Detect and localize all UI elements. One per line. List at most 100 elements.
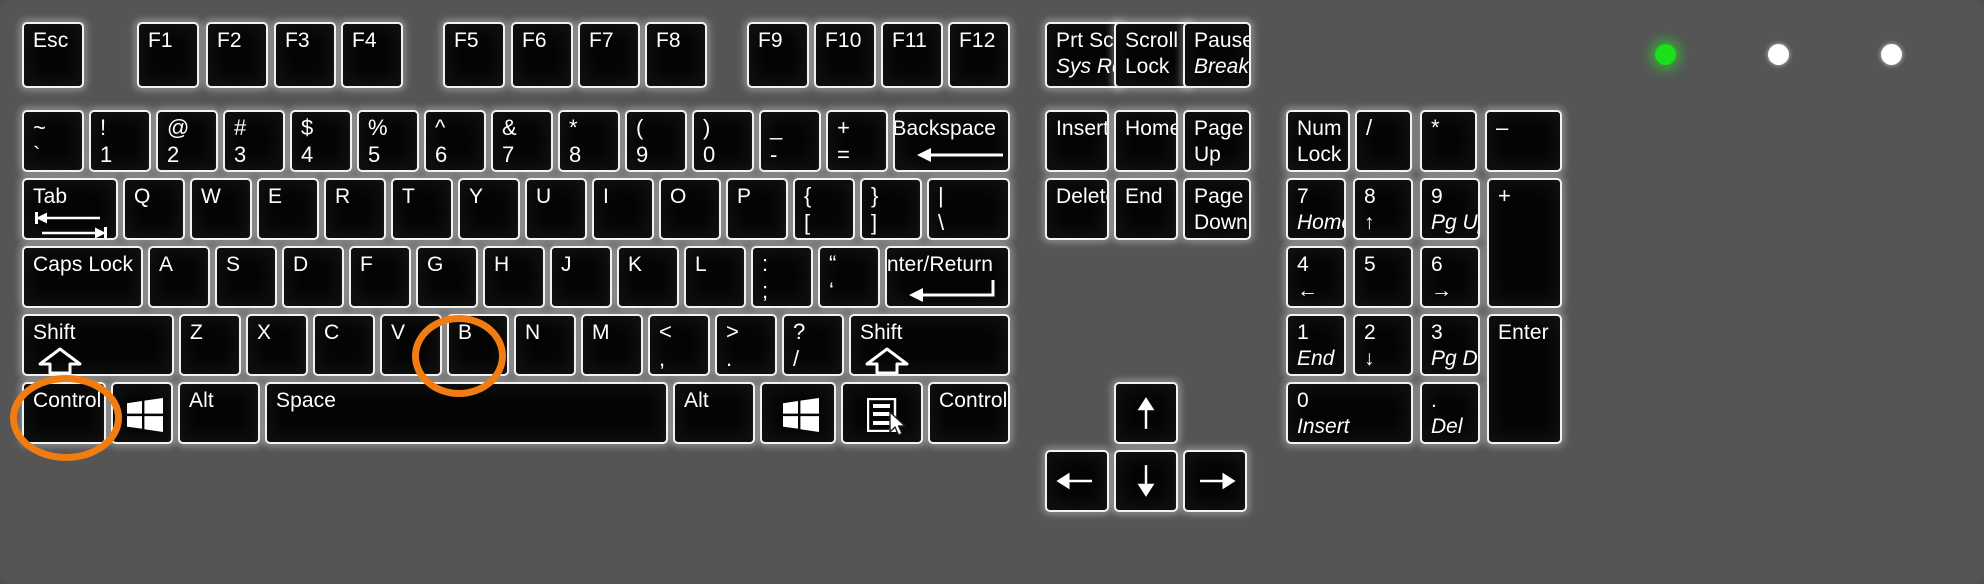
key-insert[interactable]: Insert bbox=[1045, 110, 1109, 172]
key-numpad-5[interactable]: 5 bbox=[1353, 246, 1413, 308]
key-f7[interactable]: F7 bbox=[578, 22, 640, 88]
key-b[interactable]: B bbox=[447, 314, 509, 376]
key-m[interactable]: M bbox=[581, 314, 643, 376]
key-k[interactable]: K bbox=[617, 246, 679, 308]
key-print-screen[interactable]: Prt Scrn Sys Rq bbox=[1045, 22, 1123, 88]
key-shift-right[interactable]: Shift bbox=[849, 314, 1010, 376]
key-numpad-7[interactable]: 7 Home bbox=[1286, 178, 1346, 240]
key-5[interactable]: % 5 bbox=[357, 110, 419, 172]
key-bracket-left[interactable]: { [ bbox=[793, 178, 855, 240]
key-d[interactable]: D bbox=[282, 246, 344, 308]
key-page-down[interactable]: Page Down bbox=[1183, 178, 1251, 240]
key-backslash[interactable]: | \ bbox=[927, 178, 1010, 240]
key-a[interactable]: A bbox=[148, 246, 210, 308]
key-numpad-0[interactable]: 0 Insert bbox=[1286, 382, 1413, 444]
key-2[interactable]: @ 2 bbox=[156, 110, 218, 172]
key-esc[interactable]: Esc bbox=[22, 22, 84, 88]
key-1[interactable]: ! 1 bbox=[89, 110, 151, 172]
key-numpad-2[interactable]: 2 ↓ bbox=[1353, 314, 1413, 376]
key-numpad-subtract[interactable]: – bbox=[1485, 110, 1562, 172]
key-7[interactable]: & 7 bbox=[491, 110, 553, 172]
key-caps-lock[interactable]: Caps Lock bbox=[22, 246, 143, 308]
key-numpad-add[interactable]: + bbox=[1487, 178, 1562, 308]
key-f2[interactable]: F2 bbox=[206, 22, 268, 88]
key-numpad-3[interactable]: 3 Pg Dn bbox=[1420, 314, 1480, 376]
key-arrow-right[interactable] bbox=[1183, 450, 1247, 512]
key-f5[interactable]: F5 bbox=[443, 22, 505, 88]
key-i[interactable]: I bbox=[592, 178, 654, 240]
key-e[interactable]: E bbox=[257, 178, 319, 240]
key-8[interactable]: * 8 bbox=[558, 110, 620, 172]
key-z[interactable]: Z bbox=[179, 314, 241, 376]
key-numpad-6[interactable]: 6 → bbox=[1420, 246, 1480, 308]
key-arrow-down[interactable] bbox=[1114, 450, 1178, 512]
key-4[interactable]: $ 4 bbox=[290, 110, 352, 172]
key-c[interactable]: C bbox=[313, 314, 375, 376]
key-enter[interactable]: Enter/Return bbox=[885, 246, 1010, 308]
key-quote[interactable]: “ ‘ bbox=[818, 246, 880, 308]
key-h[interactable]: H bbox=[483, 246, 545, 308]
key-f11[interactable]: F11 bbox=[881, 22, 943, 88]
key-numpad-9[interactable]: 9 Pg Up bbox=[1420, 178, 1480, 240]
key-f4[interactable]: F4 bbox=[341, 22, 403, 88]
key-t[interactable]: T bbox=[391, 178, 453, 240]
key-w[interactable]: W bbox=[190, 178, 252, 240]
key-numpad-multiply[interactable]: * bbox=[1420, 110, 1477, 172]
key-f9[interactable]: F9 bbox=[747, 22, 809, 88]
key-windows-right[interactable] bbox=[760, 382, 836, 444]
key-numpad-1[interactable]: 1 End bbox=[1286, 314, 1346, 376]
key-end[interactable]: End bbox=[1114, 178, 1178, 240]
key-backquote[interactable]: ~ ` bbox=[22, 110, 84, 172]
key-numpad-4[interactable]: 4 ← bbox=[1286, 246, 1346, 308]
key-l[interactable]: L bbox=[684, 246, 746, 308]
key-bracket-right[interactable]: } ] bbox=[860, 178, 922, 240]
key-q[interactable]: Q bbox=[123, 178, 185, 240]
key-shift-left[interactable]: Shift bbox=[22, 314, 174, 376]
key-y[interactable]: Y bbox=[458, 178, 520, 240]
key-r[interactable]: R bbox=[324, 178, 386, 240]
key-numpad-divide[interactable]: / bbox=[1355, 110, 1412, 172]
key-6[interactable]: ^ 6 bbox=[424, 110, 486, 172]
key-delete[interactable]: Delete bbox=[1045, 178, 1109, 240]
key-alt-right[interactable]: Alt bbox=[673, 382, 755, 444]
key-page-up[interactable]: Page Up bbox=[1183, 110, 1251, 172]
key-home[interactable]: Home bbox=[1114, 110, 1178, 172]
key-f[interactable]: F bbox=[349, 246, 411, 308]
key-arrow-left[interactable] bbox=[1045, 450, 1109, 512]
key-3[interactable]: # 3 bbox=[223, 110, 285, 172]
key-x[interactable]: X bbox=[246, 314, 308, 376]
key-f10[interactable]: F10 bbox=[814, 22, 876, 88]
key-arrow-up[interactable] bbox=[1114, 382, 1178, 444]
key-numpad-decimal[interactable]: . Del bbox=[1420, 382, 1480, 444]
key-control-left[interactable]: Control bbox=[22, 382, 106, 444]
key-numpad-enter[interactable]: Enter bbox=[1487, 314, 1562, 444]
key-f1[interactable]: F1 bbox=[137, 22, 199, 88]
key-f6[interactable]: F6 bbox=[511, 22, 573, 88]
key-o[interactable]: O bbox=[659, 178, 721, 240]
key-period[interactable]: > . bbox=[715, 314, 777, 376]
key-equal[interactable]: + = bbox=[826, 110, 888, 172]
key-control-right[interactable]: Control bbox=[928, 382, 1010, 444]
key-space[interactable]: Space bbox=[265, 382, 668, 444]
key-f8[interactable]: F8 bbox=[645, 22, 707, 88]
key-slash[interactable]: ? / bbox=[782, 314, 844, 376]
key-tab[interactable]: Tab bbox=[22, 178, 118, 240]
key-backspace[interactable]: Backspace bbox=[893, 110, 1010, 172]
key-s[interactable]: S bbox=[215, 246, 277, 308]
key-j[interactable]: J bbox=[550, 246, 612, 308]
key-numpad-8[interactable]: 8 ↑ bbox=[1353, 178, 1413, 240]
key-windows-left[interactable] bbox=[111, 382, 173, 444]
key-v[interactable]: V bbox=[380, 314, 442, 376]
key-u[interactable]: U bbox=[525, 178, 587, 240]
key-f3[interactable]: F3 bbox=[274, 22, 336, 88]
key-p[interactable]: P bbox=[726, 178, 788, 240]
key-scroll-lock[interactable]: Scroll Lock bbox=[1114, 22, 1192, 88]
key-0[interactable]: ) 0 bbox=[692, 110, 754, 172]
key-9[interactable]: ( 9 bbox=[625, 110, 687, 172]
key-n[interactable]: N bbox=[514, 314, 576, 376]
key-f12[interactable]: F12 bbox=[948, 22, 1010, 88]
key-pause-break[interactable]: Pause Break bbox=[1183, 22, 1251, 88]
key-g[interactable]: G bbox=[416, 246, 478, 308]
key-menu[interactable] bbox=[841, 382, 923, 444]
key-semicolon[interactable]: : ; bbox=[751, 246, 813, 308]
